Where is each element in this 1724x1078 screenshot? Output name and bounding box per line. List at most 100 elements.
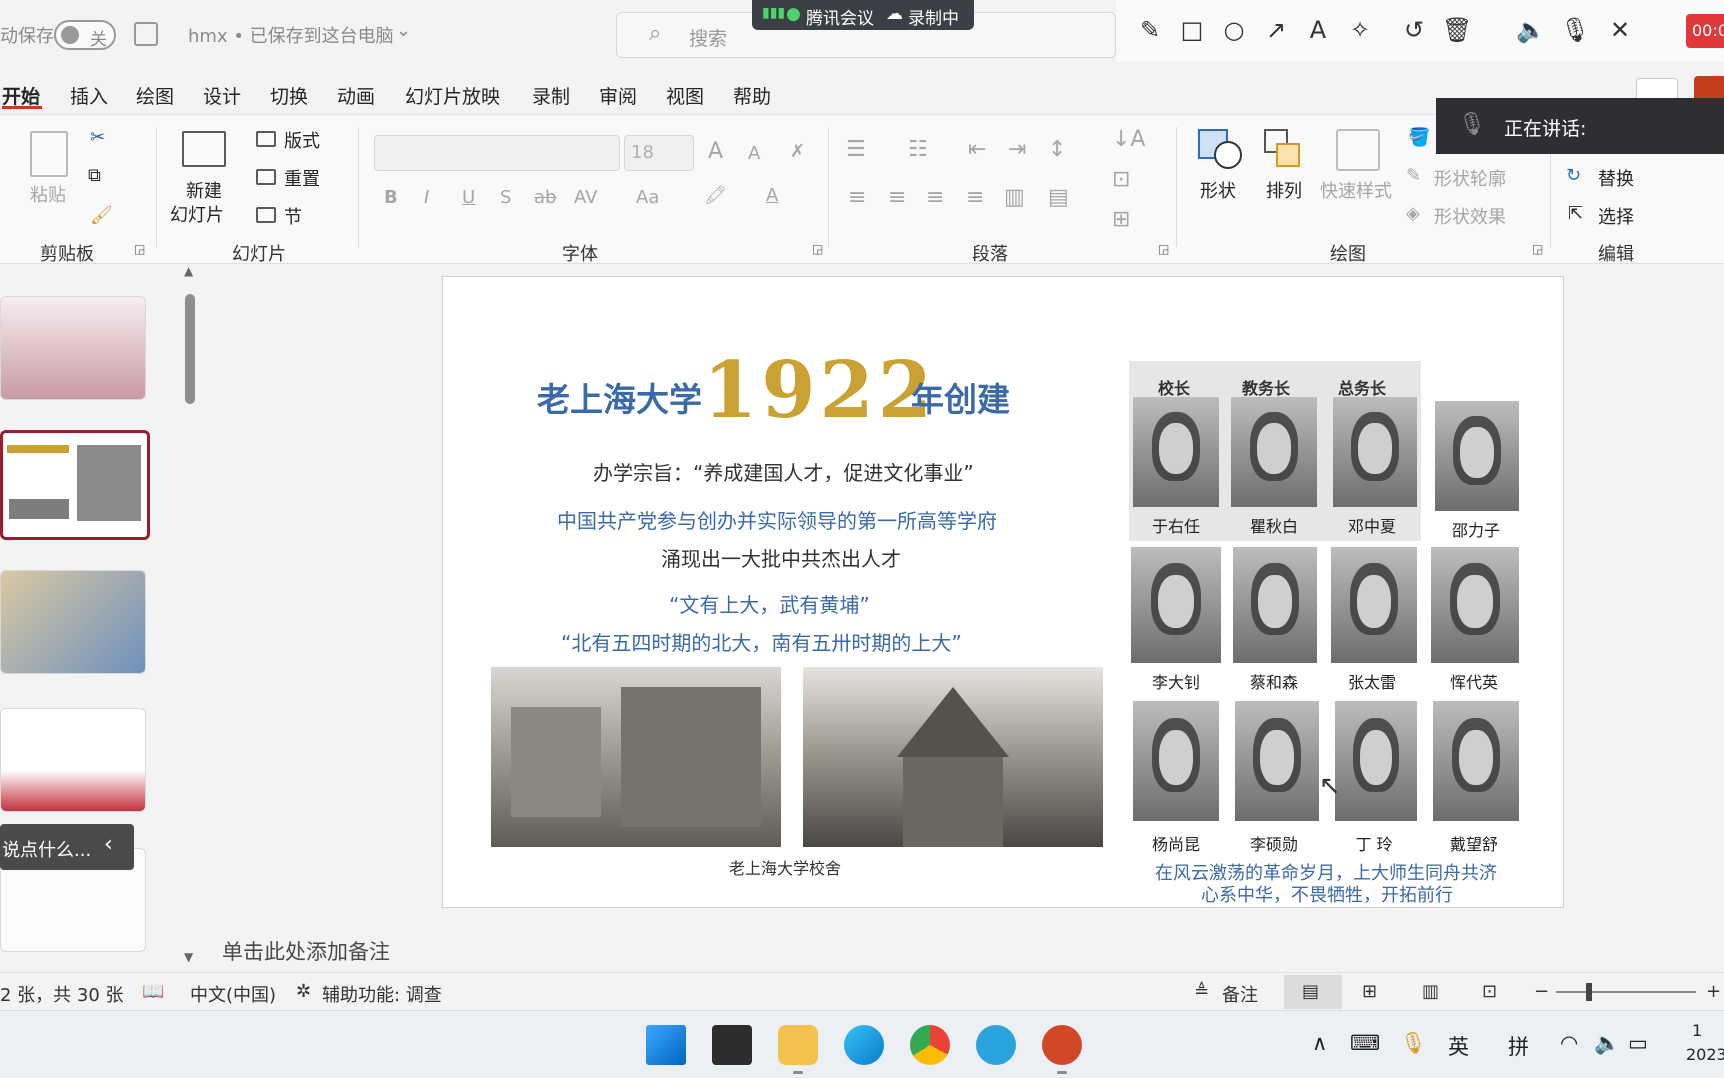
- dialog-launcher-icon[interactable]: ◲: [134, 242, 145, 256]
- accessibility-icon[interactable]: ✲: [296, 981, 311, 1002]
- circle-icon[interactable]: ○: [1220, 16, 1248, 44]
- paste-button[interactable]: 粘贴: [30, 181, 66, 207]
- trash-icon[interactable]: 🗑: [1442, 16, 1472, 44]
- select-button[interactable]: 选择: [1598, 203, 1634, 229]
- smartart-icon[interactable]: ⊞: [1112, 207, 1130, 232]
- copy-icon[interactable]: ⧉: [88, 165, 101, 186]
- ime-mode-pinyin[interactable]: 拼: [1508, 1031, 1529, 1061]
- increase-indent-icon[interactable]: ⇥: [1008, 137, 1026, 162]
- new-slide-label-2[interactable]: 幻灯片: [170, 201, 224, 227]
- zoom-out-icon[interactable]: −: [1534, 981, 1549, 1002]
- distributed-icon[interactable]: ▥: [1004, 185, 1025, 210]
- clock-time[interactable]: 1: [1692, 1021, 1702, 1040]
- grow-font-icon[interactable]: A: [708, 139, 723, 164]
- select-icon[interactable]: ⇱: [1568, 203, 1583, 224]
- zoom-slider-track[interactable]: [1556, 991, 1696, 993]
- columns-icon[interactable]: ▤: [1048, 185, 1069, 210]
- highlight-icon[interactable]: 🖍: [704, 185, 727, 206]
- bold-button[interactable]: B: [384, 187, 398, 208]
- arrow-icon[interactable]: ↗: [1262, 16, 1290, 44]
- new-slide-label-1[interactable]: 新建: [186, 177, 222, 203]
- layout-icon[interactable]: [256, 131, 276, 147]
- quick-styles-icon[interactable]: [1336, 129, 1380, 171]
- scrollbar-thumb[interactable]: [185, 294, 195, 404]
- tab-view[interactable]: 视图: [666, 82, 704, 109]
- task-view-icon[interactable]: [712, 1025, 752, 1065]
- normal-view-icon[interactable]: ▤: [1302, 981, 1319, 1002]
- slide-thumbnail[interactable]: [0, 296, 146, 400]
- reading-view-icon[interactable]: ▥: [1422, 981, 1439, 1002]
- wifi-icon[interactable]: ◠: [1560, 1031, 1578, 1055]
- text-icon[interactable]: A: [1304, 16, 1332, 44]
- format-painter-icon[interactable]: 🖌: [90, 205, 113, 226]
- slideshow-icon[interactable]: ⊡: [1482, 981, 1497, 1002]
- shapes-button[interactable]: 形状: [1200, 177, 1236, 203]
- ime-mode-english[interactable]: 英: [1448, 1031, 1469, 1061]
- new-slide-icon[interactable]: [182, 131, 226, 167]
- recording-timer[interactable]: 00:0: [1686, 14, 1724, 48]
- decrease-indent-icon[interactable]: ⇤: [968, 137, 986, 162]
- rectangle-icon[interactable]: □: [1178, 16, 1206, 44]
- tab-design[interactable]: 设计: [203, 82, 241, 109]
- volume-icon[interactable]: 🔈: [1594, 1031, 1620, 1056]
- dialog-launcher-icon[interactable]: ◲: [812, 242, 823, 256]
- notes-placeholder[interactable]: 单击此处添加备注: [222, 936, 390, 966]
- speaker-icon[interactable]: 🔈: [1516, 16, 1546, 44]
- thumbnail-scrollbar[interactable]: ▲ ▼: [184, 264, 196, 964]
- close-icon[interactable]: ✕: [1606, 16, 1634, 44]
- align-center-icon[interactable]: ≡: [888, 185, 906, 210]
- paste-icon[interactable]: [30, 131, 68, 177]
- clock-date[interactable]: 2023: [1686, 1045, 1724, 1064]
- file-explorer-icon[interactable]: [778, 1025, 818, 1065]
- numbering-icon[interactable]: ☷: [908, 137, 928, 162]
- pen-icon[interactable]: ✎: [1136, 16, 1164, 44]
- tab-insert[interactable]: 插入: [70, 82, 108, 109]
- tab-draw[interactable]: 绘图: [136, 82, 174, 109]
- magic-wand-icon[interactable]: ✧: [1346, 16, 1374, 44]
- microphone-icon[interactable]: 🎙: [1400, 1031, 1427, 1056]
- tab-help[interactable]: 帮助: [733, 82, 771, 109]
- chat-tooltip[interactable]: 说点什么... ‹: [0, 824, 134, 870]
- chrome-icon[interactable]: [910, 1025, 950, 1065]
- meeting-bar[interactable]: ▮▮▮ ● 腾讯会议 ☁ 录制中: [752, 0, 974, 30]
- align-left-icon[interactable]: ≡: [848, 185, 866, 210]
- shape-effects-button[interactable]: 形状效果: [1434, 203, 1506, 229]
- battery-icon[interactable]: ▭: [1628, 1031, 1648, 1055]
- quick-styles-button[interactable]: 快速样式: [1320, 177, 1392, 203]
- line-spacing-icon[interactable]: ↕: [1048, 137, 1066, 162]
- slide-thumbnail-active[interactable]: [0, 430, 150, 540]
- notes-toggle-button[interactable]: 备注: [1222, 981, 1258, 1007]
- bullets-icon[interactable]: ☰: [846, 137, 866, 162]
- start-icon[interactable]: [646, 1025, 686, 1065]
- accessibility-status[interactable]: 辅助功能: 调查: [322, 981, 442, 1007]
- notes-pane[interactable]: 单击此处添加备注: [200, 926, 1724, 972]
- arrange-button[interactable]: 排列: [1266, 177, 1302, 203]
- slide-sorter-icon[interactable]: ⊞: [1362, 981, 1377, 1002]
- font-name-dropdown[interactable]: [374, 135, 620, 171]
- cut-icon[interactable]: ✂: [90, 127, 105, 148]
- dialog-launcher-icon[interactable]: ◲: [1532, 242, 1543, 256]
- powerpoint-icon[interactable]: [1042, 1025, 1082, 1065]
- spellcheck-icon[interactable]: 📖: [142, 981, 164, 1002]
- section-button[interactable]: 节: [284, 203, 302, 229]
- tab-home[interactable]: 开始: [2, 82, 40, 109]
- reset-icon[interactable]: [256, 169, 276, 185]
- edge-icon[interactable]: [844, 1025, 884, 1065]
- undo-icon[interactable]: ↺: [1400, 16, 1428, 44]
- shape-outline-button[interactable]: 形状轮廓: [1434, 165, 1506, 191]
- shrink-font-icon[interactable]: A: [748, 143, 760, 164]
- telegram-icon[interactable]: [976, 1025, 1016, 1065]
- zoom-in-icon[interactable]: +: [1706, 981, 1721, 1002]
- align-text-icon[interactable]: ⊡: [1112, 167, 1130, 192]
- autosave-toggle[interactable]: 关: [54, 20, 116, 50]
- slide-canvas[interactable]: 老上海大学 1922 年创建 办学宗旨：“养成建国人才，促进文化事业” 中国共产…: [442, 276, 1564, 908]
- text-direction-icon[interactable]: ↓A: [1112, 127, 1145, 152]
- zoom-slider-thumb[interactable]: [1586, 983, 1592, 1001]
- clear-format-icon[interactable]: ✗: [790, 141, 805, 162]
- slide-thumbnail[interactable]: [0, 570, 146, 674]
- chevron-down-icon[interactable]: ⌄: [396, 20, 411, 41]
- microphone-icon[interactable]: 🎙: [1560, 16, 1590, 44]
- shadow-button[interactable]: S: [500, 187, 511, 208]
- tab-review[interactable]: 审阅: [599, 82, 637, 109]
- align-right-icon[interactable]: ≡: [926, 185, 944, 210]
